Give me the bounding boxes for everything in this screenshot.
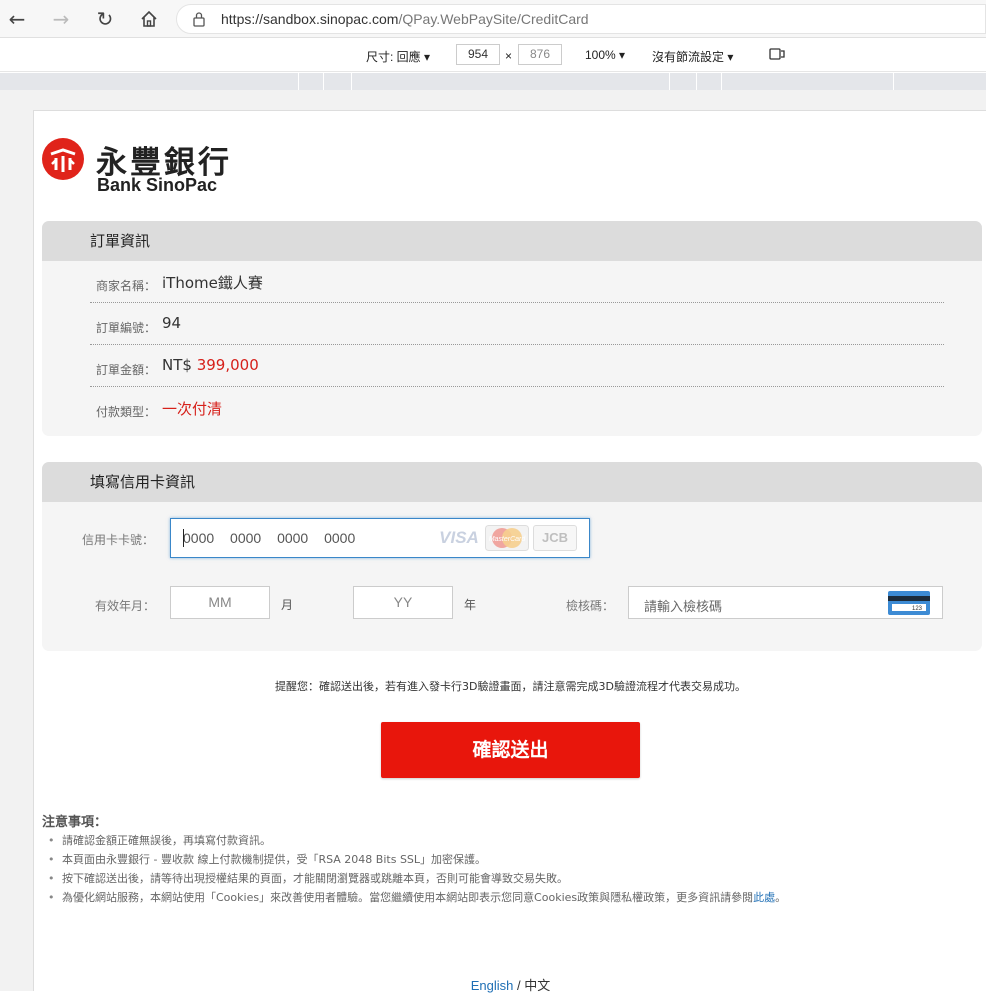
ruler-divider: [351, 73, 352, 90]
back-icon[interactable]: ←: [4, 6, 30, 32]
privacy-policy-link[interactable]: 此處: [753, 891, 775, 904]
card-back-icon: 123: [888, 591, 930, 615]
ruler-divider: [669, 73, 670, 90]
currency-label: NT$: [162, 356, 192, 374]
notice-item: 為優化網站服務，本網站使用「Cookies」來改善使用者體驗。當您繼續使用本網站…: [48, 888, 786, 907]
lock-icon[interactable]: [193, 11, 205, 27]
card-info-heading: 填寫信用卡資訊: [42, 462, 982, 502]
amount-label: 訂單金額：: [96, 363, 157, 377]
order-row-payment-type: 付款類型： 一次付清: [90, 387, 944, 429]
ruler-divider: [696, 73, 697, 90]
notice-item: 本頁面由永豐銀行 - 豐收款 線上付款機制提供，受「RSA 2048 Bits …: [48, 850, 786, 869]
order-row-merchant: 商家名稱： iThome鐵人賽: [90, 261, 944, 303]
year-unit: 年: [464, 598, 477, 612]
address-bar[interactable]: https://sandbox.sinopac.com/QPay.WebPayS…: [176, 4, 986, 34]
ruler-divider: [893, 73, 894, 90]
url-text: https://sandbox.sinopac.com/QPay.WebPayS…: [221, 11, 589, 27]
svg-text:MasterCard: MasterCard: [489, 536, 527, 543]
jcb-logo-icon: JCB: [533, 525, 577, 551]
visa-logo-icon: VISA: [439, 528, 479, 547]
merchant-label: 商家名稱：: [96, 279, 157, 293]
ruler-divider: [721, 73, 722, 90]
browser-toolbar: ← → ↻ https://sandbox.sinopac.com/QPay.W…: [0, 0, 986, 38]
order-info-panel: 訂單資訊 商家名稱： iThome鐵人賽 訂單編號： 94 訂單金額： NT$ …: [42, 221, 982, 436]
svg-text:123: 123: [912, 606, 923, 612]
throttling-dropdown[interactable]: 沒有節流設定 ▾: [652, 48, 733, 65]
card-number-input[interactable]: 0000 0000 0000 0000 VISA MasterCard JCB: [170, 518, 590, 558]
media-query-ruler: [0, 73, 986, 90]
reload-icon[interactable]: ↻: [92, 6, 118, 32]
ruler-divider: [298, 73, 299, 90]
dropdown-arrow-icon: ▾: [424, 50, 431, 64]
cvv-label: 檢核碼：: [566, 599, 615, 613]
payment-type-value: 一次付清: [162, 400, 223, 418]
device-width-input[interactable]: 954: [456, 44, 500, 65]
month-unit: 月: [281, 598, 294, 612]
amount-number: 399,000: [196, 356, 259, 374]
forward-icon[interactable]: →: [48, 6, 74, 32]
submit-button[interactable]: 確認送出: [381, 722, 640, 778]
amount-value: NT$ 399,000: [162, 356, 259, 374]
zoom-dropdown[interactable]: 100% ▾: [585, 48, 625, 62]
rotate-icon[interactable]: [768, 46, 786, 65]
expiry-month-input[interactable]: MM: [170, 586, 270, 619]
notice-list: 請確認金額正確無誤後，再填寫付款資訊。 本頁面由永豐銀行 - 豐收款 線上付款機…: [48, 831, 786, 907]
order-number-label: 訂單編號：: [96, 321, 157, 335]
card-number-label: 信用卡卡號：: [82, 533, 155, 547]
payment-page: 永豐銀行 Bank SinoPac 訂單資訊 商家名稱： iThome鐵人賽 訂…: [33, 110, 986, 993]
notice-item: 請確認金額正確無誤後，再填寫付款資訊。: [48, 831, 786, 850]
dropdown-arrow-icon: ▾: [619, 48, 626, 62]
text-caret: [183, 529, 184, 547]
card-number-placeholder: 0000 0000 0000 0000: [183, 530, 356, 546]
expiry-label: 有效年月：: [95, 599, 156, 613]
merchant-value: iThome鐵人賽: [162, 274, 263, 292]
sinopac-logo-icon: [42, 138, 84, 180]
notice-title: 注意事項：: [42, 815, 108, 830]
notice-item: 按下確認送出後，請等待出現授權結果的頁面，才能關閉瀏覽器或跳離本頁，否則可能會導…: [48, 869, 786, 888]
order-number-value: 94: [162, 314, 182, 332]
payment-type-label: 付款類型：: [96, 405, 157, 419]
cvv-placeholder: 請輸入檢核碼: [644, 600, 723, 615]
expiry-year-input[interactable]: YY: [353, 586, 453, 619]
dropdown-arrow-icon: ▾: [727, 50, 734, 64]
language-switcher: English / 中文: [470, 978, 551, 993]
card-info-panel: 填寫信用卡資訊 信用卡卡號： 0000 0000 0000 0000 VISA …: [42, 462, 982, 651]
dimensions-dropdown[interactable]: 尺寸: 回應 ▾: [366, 48, 430, 65]
device-height-input[interactable]: 876: [518, 44, 562, 65]
bank-name-english: Bank SinoPac: [97, 175, 218, 195]
home-icon[interactable]: [136, 6, 162, 32]
ruler-divider: [323, 73, 324, 90]
order-row-number: 訂單編號： 94: [90, 303, 944, 345]
mastercard-logo-icon: MasterCard: [485, 525, 529, 551]
device-toolbar: 尺寸: 回應 ▾ 954 × 876 100% ▾ 沒有節流設定 ▾: [0, 38, 986, 72]
times-symbol: ×: [505, 49, 513, 63]
3d-secure-reminder: 提醒您：確認送出後，若有進入發卡行3D驗證畫面，請注意需完成3D驗證流程才代表交…: [275, 680, 746, 693]
order-row-amount: 訂單金額： NT$ 399,000: [90, 345, 944, 387]
cvv-input[interactable]: 請輸入檢核碼 123: [628, 586, 943, 619]
order-info-heading: 訂單資訊: [42, 221, 982, 261]
page-viewport: 永豐銀行 Bank SinoPac 訂單資訊 商家名稱： iThome鐵人賽 訂…: [0, 90, 986, 993]
